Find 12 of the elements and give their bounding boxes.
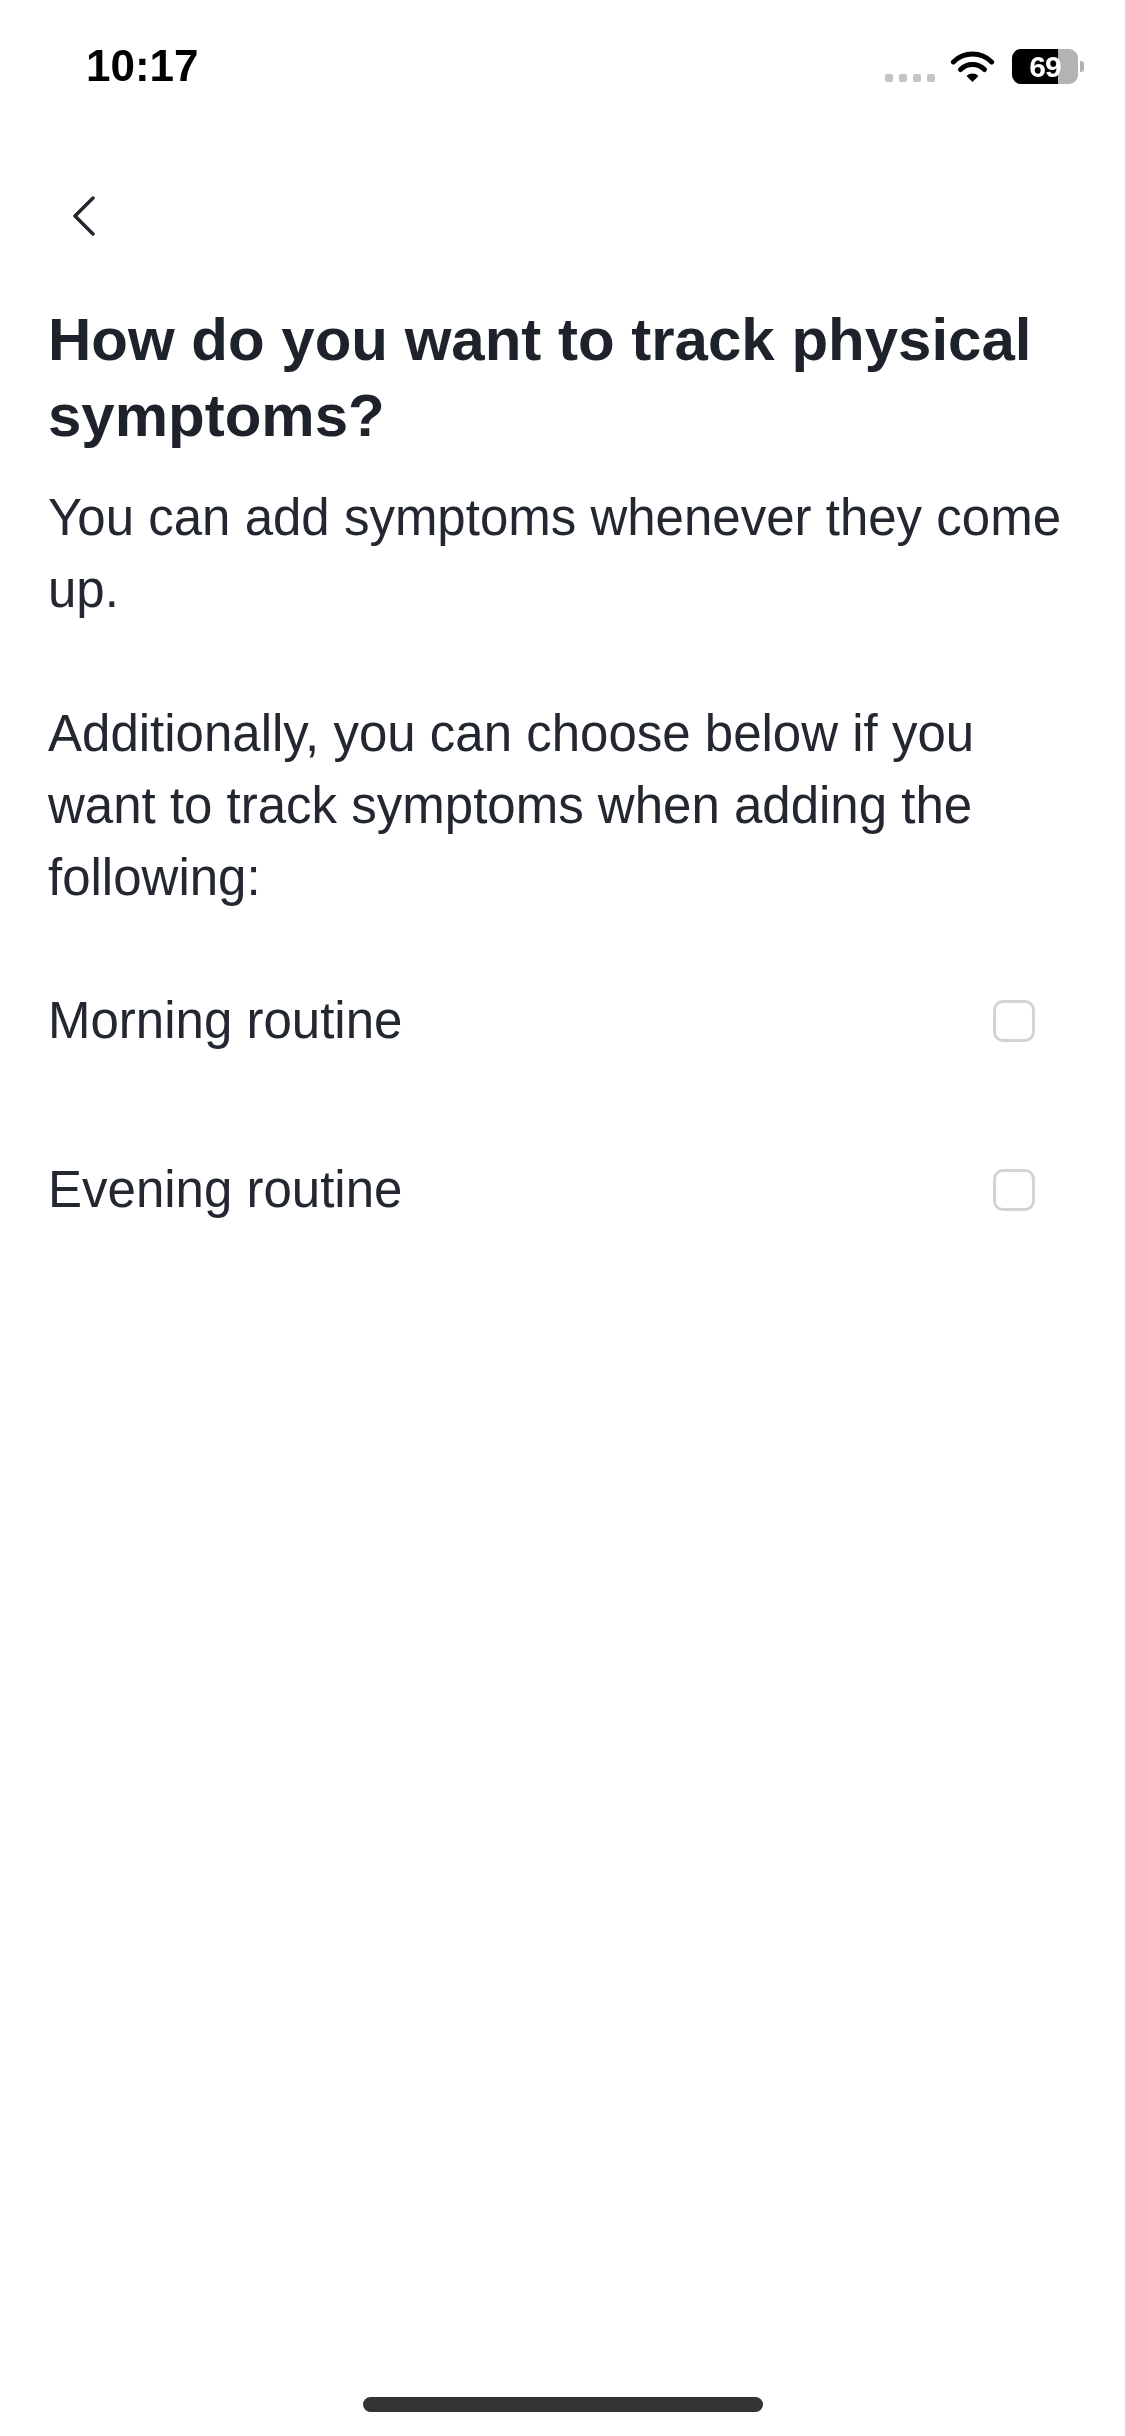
- wifi-icon: [950, 49, 995, 83]
- signal-icon: [885, 74, 935, 82]
- description-text: You can add symptoms whenever they come up.: [48, 488, 1062, 620]
- page-title: How do you want to track physical symptoms?: [48, 305, 1033, 451]
- description-text: Additionally, you can choose below if you want to track symptoms when adding the following:: [48, 704, 976, 908]
- checkbox[interactable]: [993, 999, 1035, 1042]
- chevron-left-icon: [72, 196, 96, 236]
- status-time: 10:17: [86, 41, 199, 91]
- option-label: Morning routine: [48, 990, 403, 1051]
- home-indicator[interactable]: [362, 2397, 763, 2412]
- option-label: Evening routine: [48, 1159, 403, 1220]
- checkbox[interactable]: [993, 1168, 1035, 1211]
